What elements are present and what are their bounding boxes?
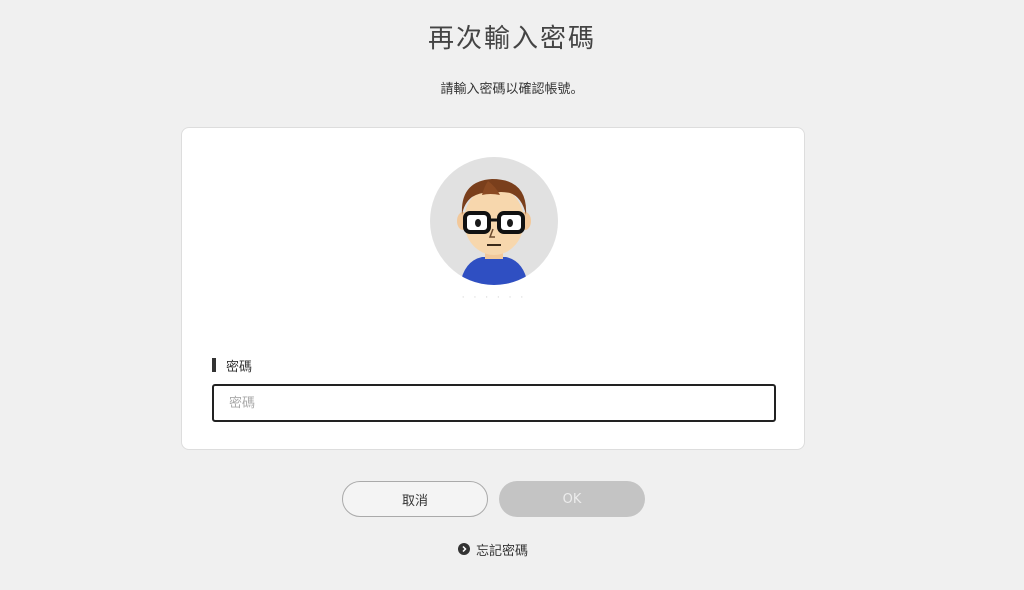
password-label-text: 密碼 <box>226 359 253 375</box>
mii-avatar-icon <box>430 157 558 285</box>
forgot-password-label: 忘記密碼 <box>476 543 529 559</box>
account-card: · · · · · · 密碼 <box>181 127 805 450</box>
ok-button[interactable]: OK <box>499 481 645 517</box>
forgot-password-link[interactable]: 忘記密碼 <box>458 540 529 559</box>
page-subtitle: 請輸入密碼以確認帳號。 <box>440 82 584 97</box>
reenter-password-page: 再次輸入密碼 請輸入密碼以確認帳號。 · · · · · · 密碼 取消 OK … <box>0 0 1024 590</box>
password-input[interactable] <box>212 384 776 422</box>
account-username: · · · · · · <box>461 293 527 303</box>
chevron-right-circle-icon <box>458 543 470 555</box>
cancel-button[interactable]: 取消 <box>342 481 488 517</box>
page-title: 再次輸入密碼 <box>427 24 596 54</box>
password-label: 密碼 <box>212 357 253 375</box>
label-marker <box>212 358 216 372</box>
